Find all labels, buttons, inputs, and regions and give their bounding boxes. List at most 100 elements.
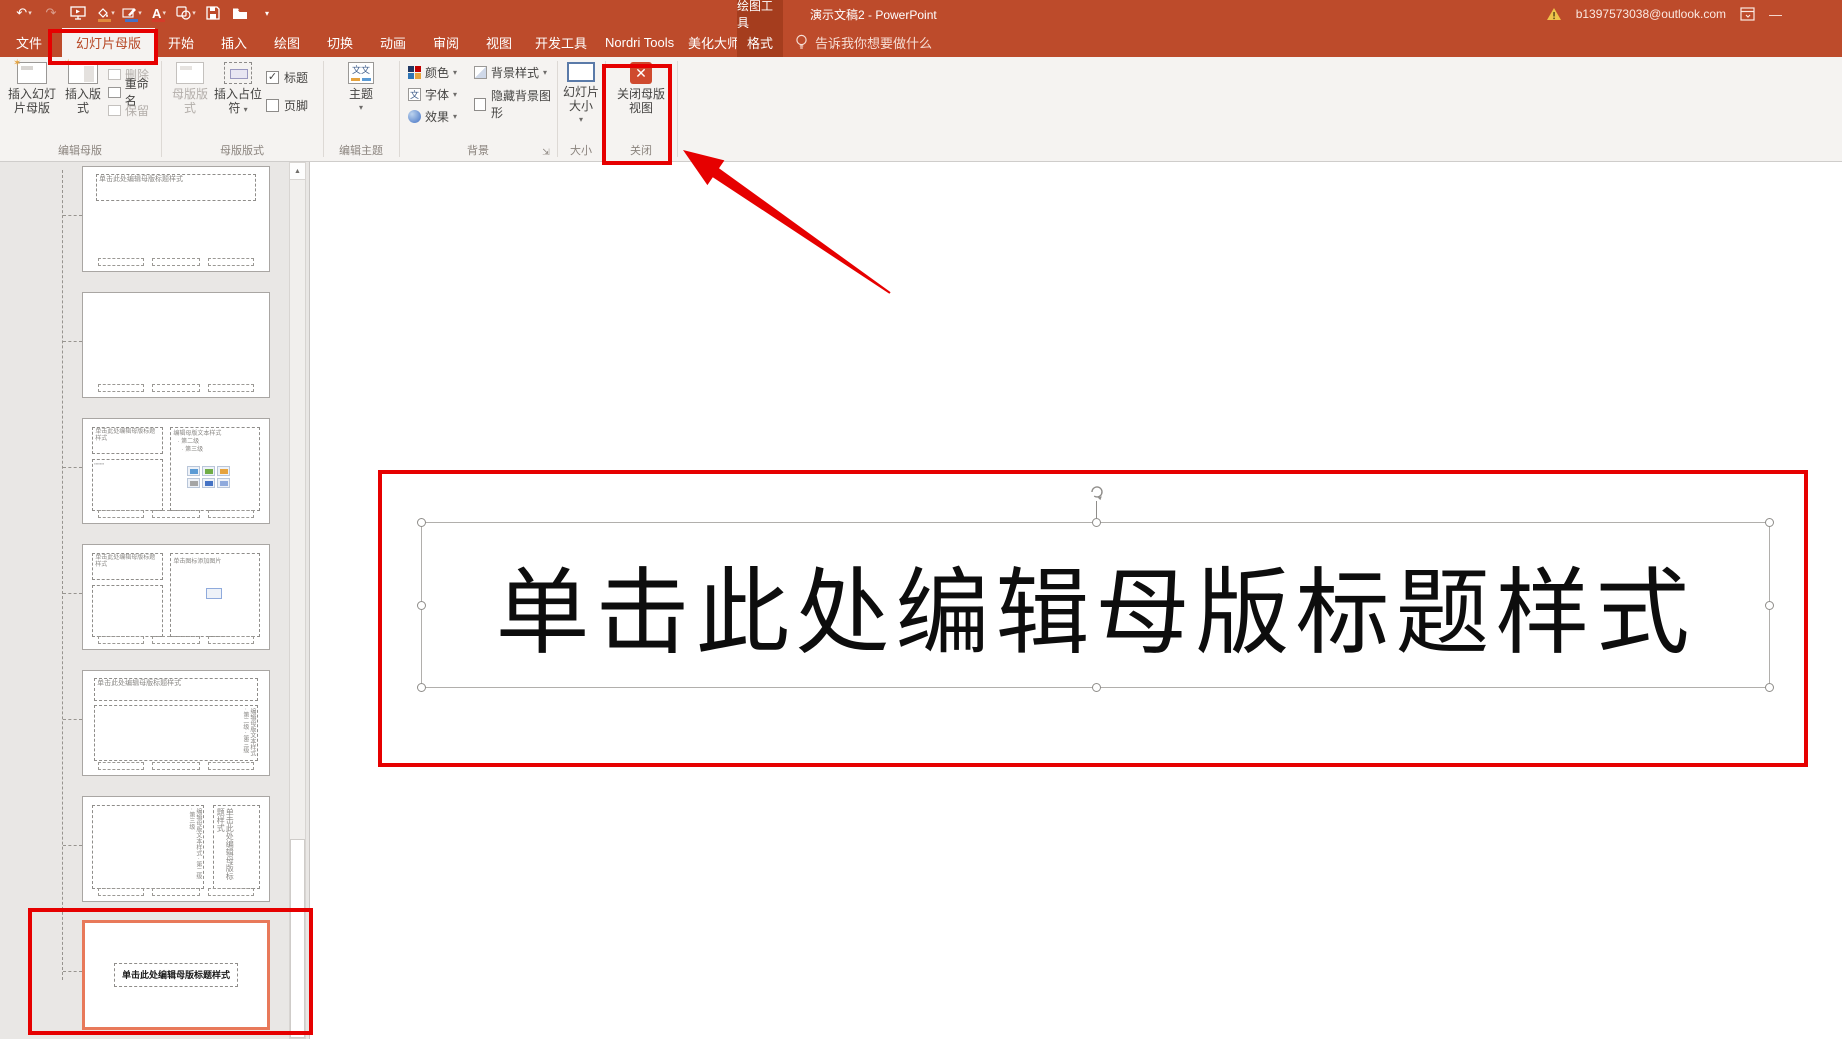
tab-file[interactable]: 文件	[16, 28, 42, 57]
title-checkbox-box: ✓	[266, 71, 279, 84]
tab-review[interactable]: 审阅	[433, 28, 459, 57]
delete-icon	[108, 69, 121, 80]
document-title: 演示文稿2 - PowerPoint	[810, 0, 937, 28]
group-master-layout: 母版版式 插入占位符 ▾ ✓ 标题 页脚 母版版式	[162, 57, 322, 161]
resize-handle-n[interactable]	[1092, 518, 1101, 527]
start-slideshow-button[interactable]	[68, 3, 88, 23]
undo-button[interactable]: ↶▾	[14, 3, 34, 23]
hide-background-checkbox-box	[474, 98, 486, 111]
group-label-close: 关闭	[606, 142, 676, 158]
draw-button[interactable]: ▾	[122, 3, 142, 23]
tab-developer[interactable]: 开发工具	[535, 28, 587, 57]
themes-button[interactable]: 文文 主题 ▾	[339, 62, 383, 115]
tab-animations[interactable]: 动画	[380, 28, 406, 57]
slide-canvas[interactable]: 单击此处编辑母版标题样式	[311, 162, 1842, 1039]
insert-layout-button[interactable]: ✶ 插入版式	[60, 62, 106, 115]
group-edit-master: ✶ 插入幻灯片母版 ✶ 插入版式 删除 重命名 保留 编辑母版	[0, 57, 160, 161]
rotation-handle-stem	[1096, 501, 1097, 519]
tab-beautify-master[interactable]: 美化大师	[688, 28, 740, 57]
group-label-edit-master: 编辑母版	[0, 142, 160, 158]
thumbnail-master[interactable]: 单击此处编辑母版标题样式	[82, 166, 270, 272]
colors-button[interactable]: 颜色▾	[408, 63, 457, 81]
thumbnail-layout-vertical-text[interactable]: 单击此处编辑母版标题样式 编辑母版文本样式 · 第二级 · 第三级	[82, 670, 270, 776]
preserve-button[interactable]: 保留	[108, 101, 149, 119]
colors-icon	[408, 66, 421, 79]
shape-format-button[interactable]: ▾	[176, 3, 196, 23]
title-bar: ↶▾ ↷ ▾ ▾ A ▾ ▾ ▾ 绘图工具 演示文稿2 -	[0, 0, 1842, 28]
slide-size-button[interactable]: 幻灯片大小 ▾	[560, 62, 602, 127]
font-color-button[interactable]: A ▾	[149, 3, 169, 23]
insert-slide-master-button[interactable]: ✶ 插入幻灯片母版	[6, 62, 58, 115]
tab-insert[interactable]: 插入	[221, 28, 247, 57]
mini-number-placeholder	[208, 258, 255, 266]
group-size: 幻灯片大小 ▾ 大小	[558, 57, 604, 161]
minimize-button[interactable]: —	[1769, 7, 1782, 22]
rename-icon	[108, 87, 121, 98]
insert-placeholder-button[interactable]: 插入占位符 ▾	[214, 62, 262, 117]
tab-nordri-tools[interactable]: Nordri Tools	[605, 28, 674, 57]
warning-icon	[1546, 7, 1562, 21]
lightbulb-icon	[795, 34, 808, 51]
footer-checkbox[interactable]: 页脚	[266, 97, 308, 114]
scrollbar-thumb[interactable]	[290, 839, 305, 1038]
thumbnail-layout-vertical-title[interactable]: 编辑母版文本样式 · 第二级 · 第三级 单击此处编辑母版标题样式	[82, 796, 270, 902]
preserve-icon	[108, 105, 121, 116]
font-color-bar	[152, 19, 165, 22]
save-button[interactable]	[203, 3, 223, 23]
scroll-up-button[interactable]: ▲	[290, 163, 305, 180]
tab-transitions[interactable]: 切换	[327, 28, 353, 57]
slide-thumbnail-panel: 单击此处编辑母版标题样式 单击此处编辑母版标题样式 ▪▪▪▪▪▪▪ 编辑母版文本…	[0, 162, 310, 1039]
rename-button[interactable]: 重命名	[108, 83, 160, 101]
slideshow-icon	[70, 5, 86, 21]
resize-handle-se[interactable]	[1765, 683, 1774, 692]
tab-format[interactable]: 格式	[737, 28, 783, 57]
tab-draw[interactable]: 绘图	[274, 28, 300, 57]
resize-handle-w[interactable]	[417, 601, 426, 610]
panel-scrollbar[interactable]: ▲	[289, 162, 306, 1039]
quick-access-toolbar: ↶▾ ↷ ▾ ▾ A ▾ ▾ ▾	[14, 3, 277, 23]
insert-layout-icon: ✶	[68, 62, 98, 84]
tab-home[interactable]: 开始	[168, 28, 194, 57]
account-email[interactable]: b1397573038@outlook.com	[1576, 7, 1726, 21]
open-button[interactable]	[230, 3, 250, 23]
title-checkbox[interactable]: ✓ 标题	[266, 69, 308, 86]
rotation-handle[interactable]	[1087, 482, 1106, 501]
effects-button[interactable]: 效果▾	[408, 107, 457, 125]
fonts-button[interactable]: 文 字体▾	[408, 85, 457, 103]
thumbnail-layout-picture[interactable]: 单击此处编辑母版标题样式 单击图标添加图片	[82, 544, 270, 650]
close-master-view-icon: ✕	[630, 62, 652, 84]
master-layout-button[interactable]: 母版版式	[168, 62, 212, 115]
resize-handle-e[interactable]	[1765, 601, 1774, 610]
customize-qat-button[interactable]: ▾	[257, 3, 277, 23]
background-styles-button[interactable]: 背景样式▾	[474, 63, 547, 81]
thumbnail-layout-blank[interactable]	[82, 292, 270, 398]
shape-fill-button[interactable]: ▾	[95, 3, 115, 23]
save-icon	[206, 6, 220, 20]
title-placeholder-text[interactable]: 单击此处编辑母版标题样式	[422, 523, 1769, 687]
resize-handle-sw[interactable]	[417, 683, 426, 692]
background-styles-icon	[474, 66, 487, 79]
close-master-view-button[interactable]: ✕ 关闭母版视图	[613, 62, 669, 115]
group-label-master-layout: 母版版式	[162, 142, 322, 158]
tab-view[interactable]: 视图	[486, 28, 512, 57]
thumbnail-layout-selected[interactable]: 单击此处编辑母版标题样式	[82, 920, 270, 1030]
tab-slide-master[interactable]: 幻灯片母版	[62, 28, 155, 57]
insert-placeholder-icon	[224, 62, 252, 84]
resize-handle-nw[interactable]	[417, 518, 426, 527]
ribbon-tab-bar: 文件 幻灯片母版 开始 插入 绘图 切换 动画 审阅 视图 开发工具 Nordr…	[0, 28, 1842, 57]
ribbon-display-options-icon[interactable]	[1740, 7, 1755, 21]
redo-button[interactable]: ↷	[41, 3, 61, 23]
mini-date-placeholder	[98, 258, 145, 266]
resize-handle-s[interactable]	[1092, 683, 1101, 692]
thumbnail-layout-content[interactable]: 单击此处编辑母版标题样式 ▪▪▪▪▪▪▪ 编辑母版文本样式 · 第二级 · 第三…	[82, 418, 270, 524]
background-dialog-launcher[interactable]: ⇲	[540, 146, 552, 158]
tell-me-box[interactable]: 告诉我你想要做什么	[795, 28, 932, 57]
hide-background-graphics-checkbox[interactable]: 隐藏背景图形	[474, 87, 556, 121]
draw-color-bar	[125, 19, 138, 22]
fill-bucket-icon	[95, 7, 110, 19]
title-placeholder-textbox[interactable]: 单击此处编辑母版标题样式	[421, 522, 1770, 688]
group-separator	[677, 61, 678, 157]
effects-icon	[408, 110, 421, 123]
resize-handle-ne[interactable]	[1765, 518, 1774, 527]
content-icons	[187, 466, 230, 488]
